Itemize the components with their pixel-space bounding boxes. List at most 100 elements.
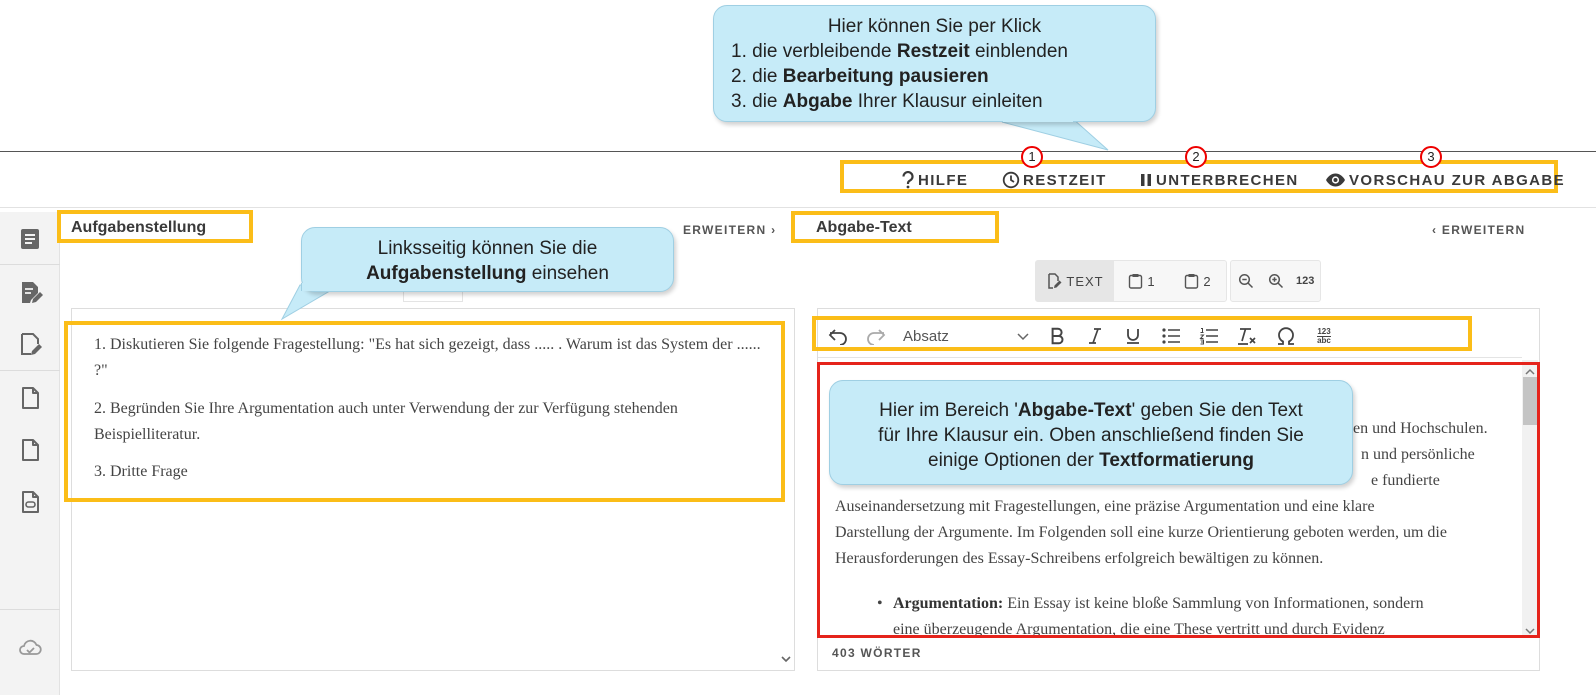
edit-doc-icon: [1048, 273, 1062, 289]
count-icon: 123: [1296, 275, 1315, 287]
clear-format-button[interactable]: [1235, 323, 1259, 349]
undo-button[interactable]: [825, 323, 851, 349]
document-link-icon[interactable]: [17, 489, 43, 515]
right-panel-title: Abgabe-Text: [816, 219, 912, 236]
clipboard-icon: [1185, 274, 1199, 289]
left-expand-button[interactable]: ERWEITERN ›: [683, 223, 776, 237]
sidebar-separator: [0, 264, 60, 265]
sidebar-separator: [0, 370, 60, 371]
eye-icon: [1326, 173, 1345, 187]
callout-left-pointer-join: [301, 283, 340, 291]
pause-icon: [1141, 174, 1151, 186]
paragraph-style-select[interactable]: Absatz: [899, 323, 1034, 349]
zoom-group: 123: [1230, 260, 1321, 302]
sidebar-separator: [0, 609, 60, 610]
underline-button[interactable]: [1121, 323, 1145, 349]
word-count-toggle-button[interactable]: 123: [1290, 261, 1320, 301]
view-toggle-group: TEXT 1 2: [1035, 260, 1227, 302]
remaining-time-label: RESTZEIT: [1023, 171, 1107, 189]
clear-format-icon: [1238, 328, 1256, 345]
italic-icon: [1089, 328, 1101, 344]
underline-icon: [1127, 329, 1139, 344]
callout-editor: Hier im Bereich 'Abgabe-Text' geben Sie …: [829, 380, 1353, 485]
clipboard-icon: [1129, 274, 1143, 289]
bold-icon: [1051, 327, 1064, 345]
callout-left: Linksseitig können Sie die Aufgabenstell…: [301, 227, 674, 292]
callout-editor-pre1: Hier im Bereich ': [879, 400, 1018, 421]
callout-top-pointer-join: [1003, 114, 1073, 122]
help-label: HILFE: [918, 171, 969, 189]
callout-editor-line2: für Ihre Klausur ein. Oben anschließend …: [878, 425, 1304, 446]
view-text-label: TEXT: [1066, 273, 1104, 289]
callout-top-line1: Hier können Sie per Klick: [827, 16, 1042, 37]
header-bottom-divider: [0, 207, 1596, 208]
callout-editor-bold3: Textformatierung: [1099, 450, 1254, 471]
chevron-down-icon: [1017, 333, 1029, 341]
callout-top-item3-pre: 3. die: [731, 91, 783, 112]
view-2-button[interactable]: 2: [1170, 261, 1226, 301]
zoom-in-icon: [1268, 273, 1283, 289]
help-button[interactable]: HILFE: [901, 170, 968, 190]
task-list-icon[interactable]: [17, 226, 43, 252]
preview-submission-button[interactable]: VORSCHAU ZUR ABGABE: [1325, 170, 1565, 190]
view-text-button[interactable]: TEXT: [1036, 261, 1114, 301]
document-icon[interactable]: [17, 385, 43, 411]
question-icon: [902, 171, 914, 189]
toolbar-divider: [818, 357, 1522, 358]
view-1-label: 1: [1147, 273, 1156, 289]
callout-editor-bold1: Abgabe-Text: [1017, 400, 1132, 421]
redo-button[interactable]: [863, 323, 889, 349]
right-expand-button[interactable]: ‹ ERWEITERN: [1432, 223, 1525, 237]
callout-top-item1-bold: Restzeit: [896, 41, 970, 62]
edit-document-icon[interactable]: [17, 279, 43, 305]
callout-top-item3-bold: Abgabe: [782, 91, 853, 112]
bold-button[interactable]: [1045, 323, 1069, 349]
header-divider: [0, 151, 1596, 152]
numbered-list-icon: [1199, 328, 1218, 345]
task-item: 3. Dritte Frage: [94, 463, 188, 480]
pause-label: UNTERBRECHEN: [1156, 171, 1299, 189]
remaining-time-button[interactable]: RESTZEIT: [1002, 170, 1107, 190]
cloud-check-icon: [17, 635, 43, 661]
special-characters-button[interactable]: [1273, 323, 1299, 349]
task-item: 2. Begründen Sie Ihre Argumentation auch…: [94, 400, 678, 443]
omega-icon: [1278, 327, 1294, 345]
callout-editor-pre3: einige Optionen der: [928, 450, 1100, 471]
task-list: 1. Diskutieren Sie folgende Fragestellun…: [94, 332, 764, 485]
callout-left-bold: Aufgabenstellung: [366, 263, 527, 284]
view-2-label: 2: [1203, 273, 1212, 289]
text-transform-bottom: abc: [1317, 335, 1331, 345]
callout-left-line1: Linksseitig können Sie die: [377, 238, 598, 259]
callout-top-item3-post: Ihrer Klausur einleiten: [852, 91, 1043, 112]
callout-editor-post1: ' geben Sie den Text: [1131, 400, 1303, 421]
left-scroll-down-icon[interactable]: [780, 652, 792, 667]
zoom-out-button[interactable]: [1231, 261, 1261, 301]
callout-top-item2-pre: 2. die: [731, 66, 783, 87]
left-panel-title: Aufgabenstellung: [71, 219, 207, 236]
text-transform-button[interactable]: 123 abc: [1311, 323, 1337, 349]
view-1-button[interactable]: 1: [1114, 261, 1170, 301]
callout-top-item1-post: einblenden: [969, 41, 1068, 62]
clock-icon: [1002, 171, 1020, 189]
callout-left-post: einsehen: [526, 263, 609, 284]
badge-3: 3: [1420, 146, 1442, 168]
zoom-out-icon: [1238, 273, 1253, 289]
callout-top-item1-pre: 1. die verbleibende: [731, 41, 897, 62]
sidebar: [0, 212, 60, 695]
badge-2: 2: [1185, 146, 1207, 168]
callout-top: Hier können Sie per Klick 1. die verblei…: [713, 5, 1156, 122]
bullet-list-button[interactable]: [1159, 323, 1183, 349]
numbered-list-button[interactable]: [1197, 323, 1221, 349]
undo-icon: [828, 329, 847, 345]
paragraph-style-value: Absatz: [903, 327, 949, 345]
callout-top-item2-bold: Bearbeitung pausieren: [782, 66, 989, 87]
document-icon[interactable]: [17, 437, 43, 463]
pause-button[interactable]: UNTERBRECHEN: [1139, 170, 1299, 190]
preview-submission-label: VORSCHAU ZUR ABGABE: [1349, 171, 1566, 189]
bullet-list-icon: [1162, 328, 1180, 344]
italic-button[interactable]: [1083, 323, 1107, 349]
edit-document-outline-icon[interactable]: [17, 331, 43, 357]
task-item: 1. Diskutieren Sie folgende Fragestellun…: [94, 336, 761, 379]
zoom-in-button[interactable]: [1261, 261, 1291, 301]
redo-icon: [867, 329, 886, 345]
